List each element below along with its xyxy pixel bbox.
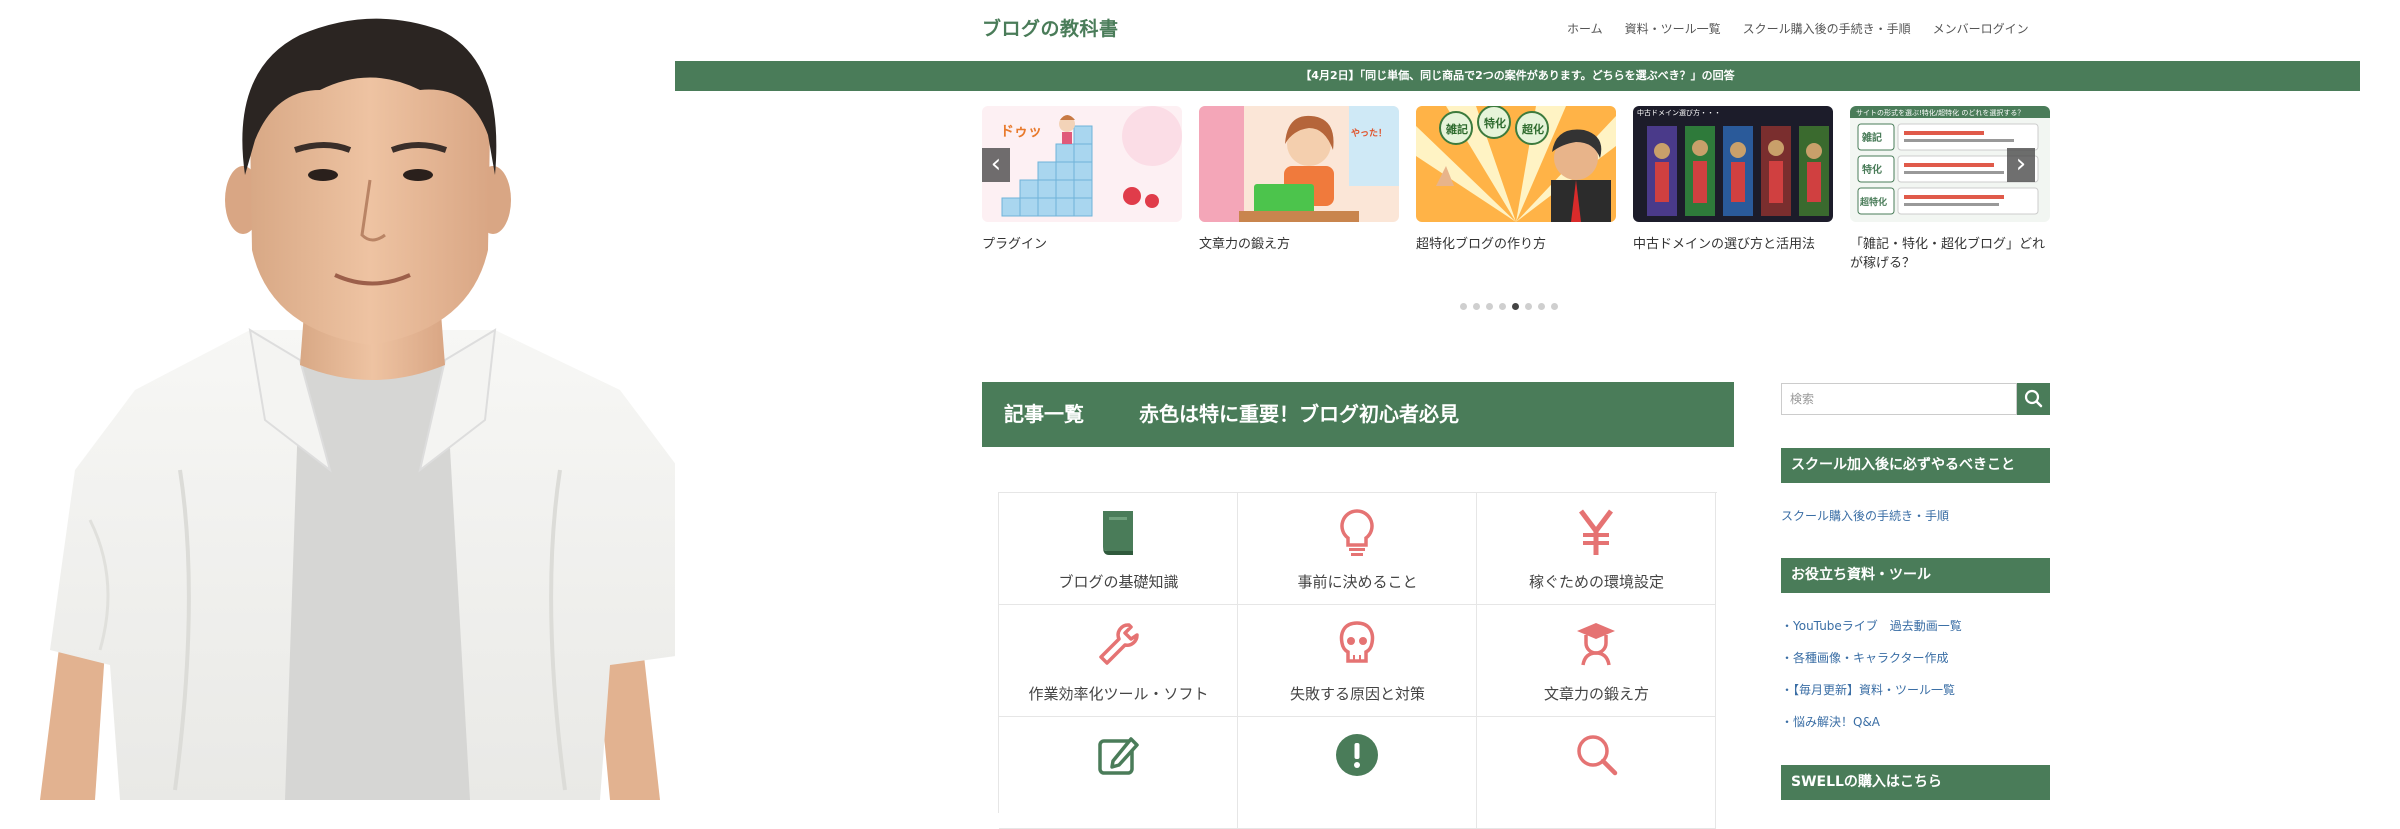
- widget-link[interactable]: ・YouTubeライブ 過去動画一覧: [1781, 617, 1962, 634]
- lightbulb-icon: [1340, 509, 1374, 556]
- category-card[interactable]: 失敗する原因と対策: [1238, 605, 1477, 717]
- slider-dot[interactable]: [1524, 303, 1532, 310]
- category-label: 作業効率化ツール・ソフト: [1028, 685, 1209, 703]
- category-card[interactable]: 事前に決めること: [1238, 493, 1477, 605]
- slide-thumbnail: 雑記 特化 超化: [1416, 106, 1616, 222]
- category-label: 稼ぐための環境設定: [1528, 573, 1664, 591]
- nav-member-login[interactable]: メンバーログイン: [1933, 20, 2029, 37]
- slider-dot[interactable]: [1498, 303, 1506, 310]
- slide-caption: 「雑記・特化・超化ブログ」どれが稼げる？: [1850, 237, 2046, 271]
- widget-link[interactable]: ・各種画像・キャラクター作成: [1781, 649, 1949, 666]
- article-list-heading: 記事一覧 赤色は特に重要！ブログ初心者必見: [982, 382, 1734, 447]
- wrench-icon: [1099, 623, 1139, 665]
- slider-dot[interactable]: [1485, 303, 1493, 310]
- heading-note: 赤色は特に重要！ブログ初心者必見: [1139, 402, 1459, 426]
- blog-site: ブログの教科書 ホーム 資料・ツール一覧 スクール購入後の手続き・手順 メンバー…: [675, 0, 2360, 829]
- slide-card[interactable]: ドゥッ プラグイン: [982, 106, 1182, 254]
- man-portrait-image: [40, 18, 720, 800]
- category-card[interactable]: [1477, 717, 1716, 829]
- slide-card[interactable]: サイトの形式を選ぶ!特化/超特化 のどれを選択する？ 雑記 特化 超特化 「雑記…: [1850, 106, 2050, 273]
- slider-pagination: [982, 303, 2035, 310]
- category-label: 失敗する原因と対策: [1289, 685, 1425, 703]
- svg-text:特化: 特化: [1484, 116, 1506, 130]
- search-button[interactable]: [2017, 383, 2050, 415]
- svg-text:超化: 超化: [1521, 122, 1544, 136]
- category-label: ブログの基礎知識: [1058, 573, 1179, 591]
- category-card[interactable]: ブログの基礎知識: [999, 493, 1238, 605]
- nav-home[interactable]: ホーム: [1567, 20, 1603, 37]
- widget-link[interactable]: ・悩み解決！Q&A: [1781, 713, 1880, 730]
- slide-caption: 文章力の鍛え方: [1199, 237, 1291, 252]
- hero-photo: [0, 0, 720, 800]
- chevron-left-icon: ‹: [990, 149, 1002, 179]
- slide-card[interactable]: 中古ドメイン選び方・・・ 中古ドメインの選び方と活用法: [1633, 106, 1833, 254]
- slide-card[interactable]: 雑記 特化 超化 超特化ブログの作り方: [1416, 106, 1616, 254]
- category-card[interactable]: 稼ぐための環境設定: [1477, 493, 1716, 605]
- site-header: ブログの教科書 ホーム 資料・ツール一覧 スクール購入後の手続き・手順 メンバー…: [675, 0, 2360, 60]
- search-icon: [2024, 389, 2043, 408]
- slide-caption: 超特化ブログの作り方: [1416, 237, 1547, 252]
- svg-text:サイトの形式を選ぶ!特化/超特化 のどれを選択する？: サイトの形式を選ぶ!特化/超特化 のどれを選択する？: [1856, 108, 2024, 117]
- heading-label: 記事一覧: [1004, 402, 1084, 426]
- widget-link[interactable]: スクール購入後の手続き・手順: [1781, 507, 1949, 524]
- edit-icon: [1098, 737, 1139, 775]
- slide-thumbnail: 中古ドメイン選び方・・・: [1633, 106, 1833, 222]
- widget-link[interactable]: ・【毎月更新】資料・ツール一覧: [1781, 681, 1955, 698]
- widget-title: お役立ち資料・ツール: [1781, 558, 2050, 593]
- slider-next-button[interactable]: ›: [2007, 148, 2035, 182]
- skull-icon: [1339, 621, 1375, 663]
- svg-text:中古ドメイン選び方・・・: 中古ドメイン選び方・・・: [1637, 108, 1721, 117]
- category-card[interactable]: 作業効率化ツール・ソフト: [999, 605, 1238, 717]
- nav-materials-tools[interactable]: 資料・ツール一覧: [1625, 20, 1721, 37]
- search-input[interactable]: 検索: [1781, 383, 2017, 415]
- svg-text:超特化: 超特化: [1859, 196, 1887, 208]
- svg-text:雑記: 雑記: [1445, 122, 1468, 136]
- exclamation-icon: [1336, 734, 1378, 776]
- category-label: 文章力の鍛え方: [1543, 685, 1649, 703]
- svg-text:雑記: 雑記: [1861, 131, 1882, 144]
- category-label: 事前に決めること: [1297, 573, 1418, 591]
- widget-title: スクール加入後に必ずやるべきこと: [1781, 448, 2050, 483]
- nav-school-procedures[interactable]: スクール購入後の手続き・手順: [1743, 20, 1911, 37]
- slider-prev-button[interactable]: ‹: [982, 148, 1010, 182]
- slide-card[interactable]: やった！ 文章力の鍛え方: [1199, 106, 1399, 254]
- svg-text:特化: 特化: [1862, 163, 1882, 176]
- book-icon: [1103, 511, 1133, 555]
- category-grid: ブログの基礎知識 事前に決めること 稼ぐための環境設定 作業効率化ツール・ソフト…: [998, 492, 1717, 829]
- svg-text:やった！: やった！: [1351, 128, 1387, 139]
- search-icon: [1577, 735, 1618, 776]
- slider-dot[interactable]: [1550, 303, 1558, 310]
- chevron-right-icon: ›: [2015, 149, 2027, 179]
- global-nav: ホーム 資料・ツール一覧 スクール購入後の手続き・手順 メンバーログイン: [1567, 20, 2029, 37]
- category-card[interactable]: [1238, 717, 1477, 829]
- svg-text:ドゥッ: ドゥッ: [1000, 124, 1042, 140]
- slide-caption: 中古ドメインの選び方と活用法: [1633, 237, 1816, 252]
- slide-caption: プラグイン: [982, 237, 1048, 252]
- graduate-icon: [1577, 623, 1615, 666]
- post-slider: ドゥッ プラグイン やった！ 文章力の鍛え方 雑記 特化 超化 超特化ブログの作…: [982, 106, 2050, 316]
- slider-dot[interactable]: [1511, 303, 1519, 310]
- category-card[interactable]: [999, 717, 1238, 829]
- slider-dot[interactable]: [1459, 303, 1467, 310]
- yen-icon: [1579, 509, 1613, 555]
- slider-dot[interactable]: [1537, 303, 1545, 310]
- widget-title: SWELLの購入はこちら: [1781, 765, 2050, 800]
- slider-dot[interactable]: [1472, 303, 1480, 310]
- site-logo[interactable]: ブログの教科書: [982, 14, 1119, 41]
- category-card[interactable]: 文章力の鍛え方: [1477, 605, 1716, 717]
- slide-thumbnail: やった！: [1199, 106, 1399, 222]
- slide-thumbnail: ドゥッ: [982, 106, 1182, 222]
- notice-bar[interactable]: 【4月2日】「同じ単価、同じ商品で2つの案件があります。どちらを選ぶべき？」の回…: [675, 61, 2360, 91]
